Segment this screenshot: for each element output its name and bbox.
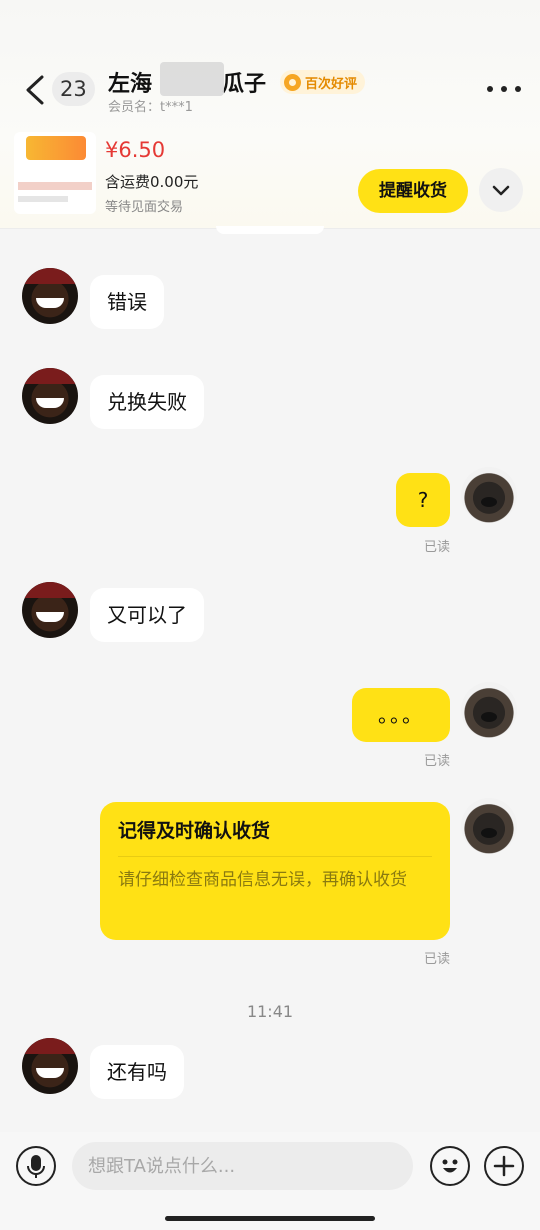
card-divider — [118, 856, 432, 857]
member-name: 会员名：t***1 — [108, 100, 193, 115]
plus-glyph — [493, 1155, 515, 1177]
unread-count-badge[interactable]: 23 — [52, 72, 95, 106]
avatar[interactable] — [461, 682, 517, 738]
message-bubble[interactable]: ? — [396, 473, 450, 527]
chevron-left-icon[interactable] — [22, 74, 50, 106]
product-thumbnail[interactable] — [14, 132, 96, 214]
shipping-fee: 含运费0.00元 — [105, 173, 199, 191]
chat-title-suffix: 瓜子 — [222, 72, 267, 97]
trade-status: 等待见面交易 — [105, 200, 184, 215]
message-bubble[interactable]: 错误 — [90, 275, 164, 329]
confirm-receipt-card[interactable]: 记得及时确认收货 请仔细检查商品信息无误，再确认收货 — [100, 802, 450, 940]
avatar[interactable] — [22, 582, 78, 638]
card-body: 请仔细检查商品信息无误，再确认收货 — [118, 870, 407, 890]
read-status: 已读 — [424, 754, 451, 769]
message-input[interactable] — [72, 1142, 413, 1190]
avatar[interactable] — [22, 268, 78, 324]
message-bubble[interactable]: 又可以了 — [90, 588, 204, 642]
previous-message-edge — [216, 226, 324, 234]
more-dots-icon[interactable] — [487, 82, 521, 96]
redacted-mask — [160, 62, 224, 96]
message-bubble[interactable]: 还有吗 — [90, 1045, 184, 1099]
remind-receipt-button[interactable]: 提醒收货 — [358, 169, 468, 213]
expand-button[interactable] — [479, 168, 523, 212]
read-status: 已读 — [424, 540, 451, 555]
card-title: 记得及时确认收货 — [118, 820, 271, 842]
read-status: 已读 — [424, 952, 451, 967]
message-bubble[interactable]: 。。。 — [352, 688, 450, 742]
avatar[interactable] — [461, 467, 517, 523]
message-timestamp: 11:41 — [246, 1002, 294, 1021]
rating-badge[interactable]: 百次好评 — [280, 70, 366, 94]
microphone-icon[interactable] — [16, 1146, 56, 1186]
smile-glyph — [442, 1159, 458, 1173]
chevron-down-icon — [492, 185, 510, 196]
plus-icon[interactable] — [484, 1146, 524, 1186]
avatar[interactable] — [461, 798, 517, 854]
avatar[interactable] — [22, 1038, 78, 1094]
microphone-glyph — [27, 1155, 45, 1178]
product-price: ¥6.50 — [105, 138, 166, 162]
avatar[interactable] — [22, 368, 78, 424]
message-bubble[interactable]: 兑换失败 — [90, 375, 204, 429]
home-indicator — [165, 1216, 375, 1221]
medal-icon — [284, 73, 301, 91]
rating-badge-label: 百次好评 — [305, 76, 358, 92]
smile-icon[interactable] — [430, 1146, 470, 1186]
chat-title-prefix: 左海 — [108, 72, 153, 97]
